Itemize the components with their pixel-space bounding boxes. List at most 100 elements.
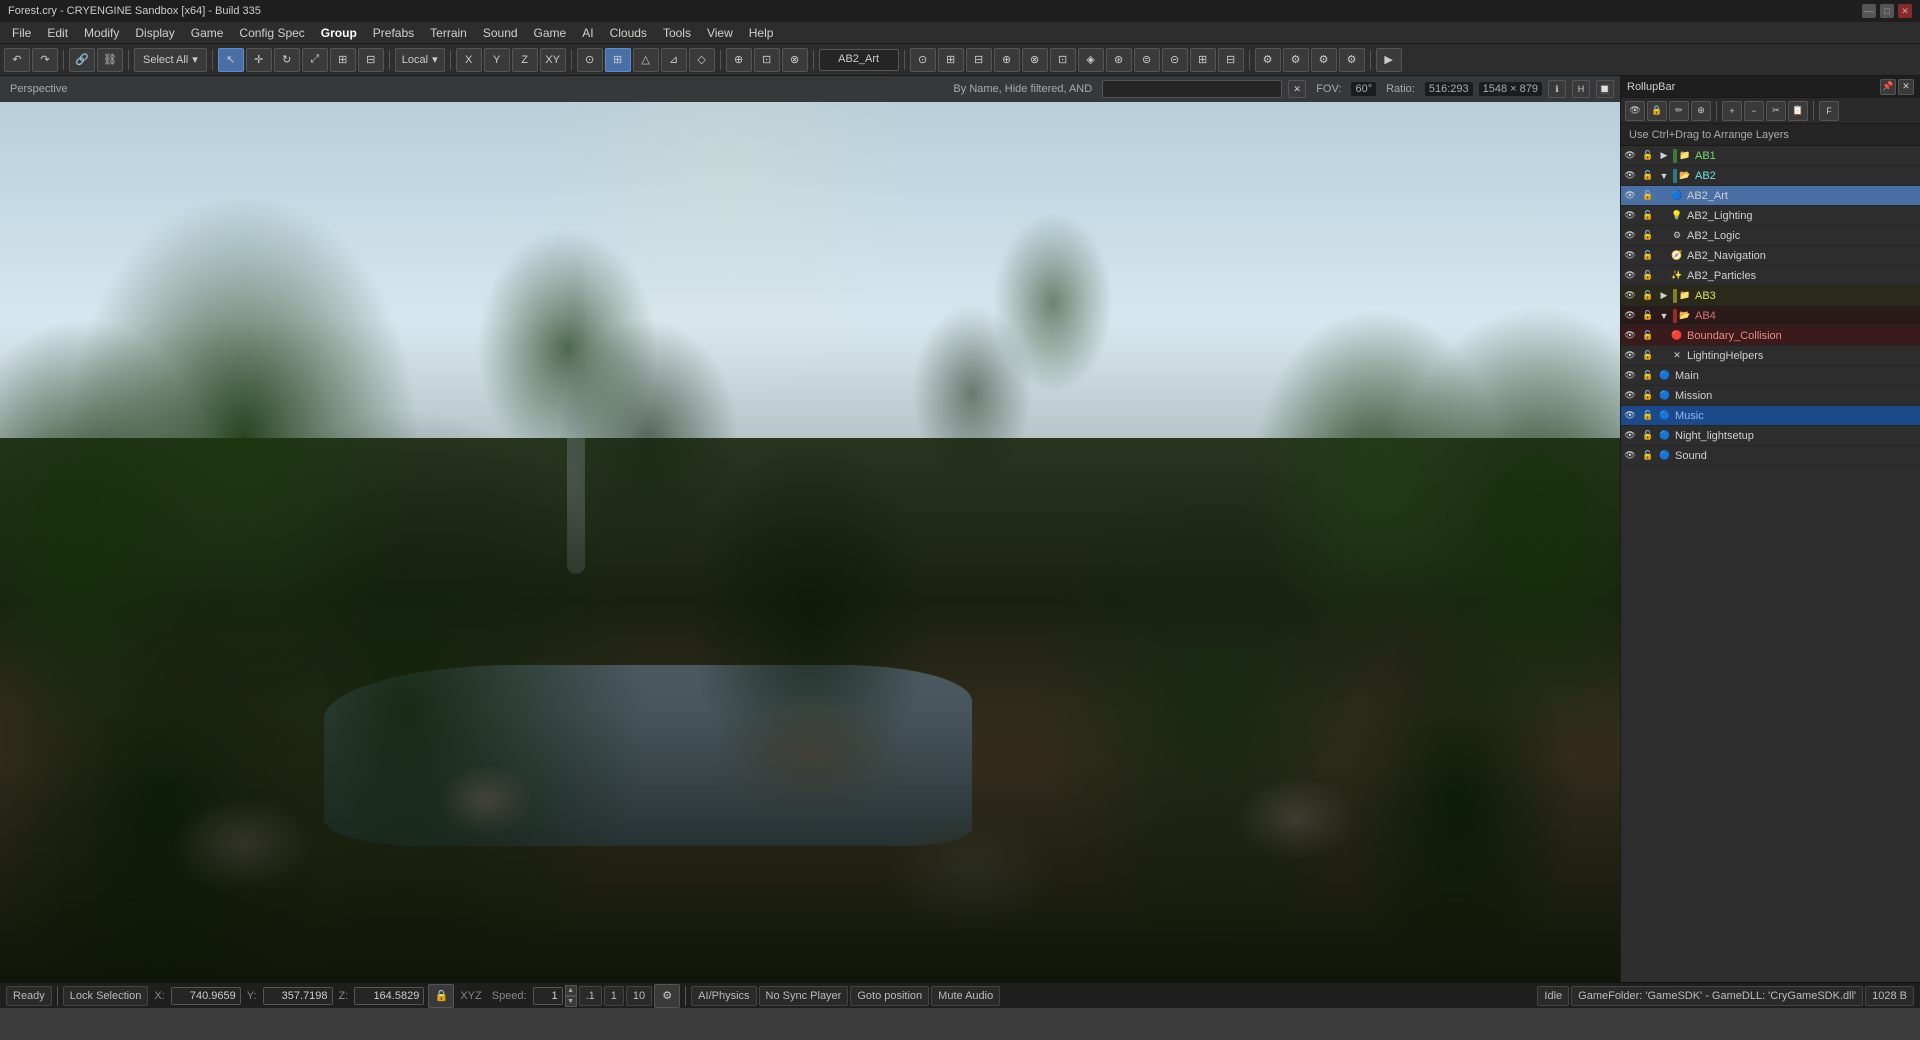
lock-selection-button[interactable]: Lock Selection xyxy=(63,986,149,1006)
layer-eye-ab1[interactable]: 👁 xyxy=(1621,146,1639,166)
scale-tool[interactable]: ⤢ xyxy=(302,48,328,72)
menu-display[interactable]: Display xyxy=(127,24,182,42)
layer-lock-ab2-art[interactable]: 🔓 xyxy=(1639,186,1657,206)
layer-ab2-particles[interactable]: 👁 🔓 ✨ AB2_Particles xyxy=(1621,266,1920,286)
z-input[interactable] xyxy=(354,987,424,1005)
layer-ab2-lighting[interactable]: 👁 🔓 💡 AB2_Lighting xyxy=(1621,206,1920,226)
menu-game2[interactable]: Game xyxy=(526,24,575,42)
layer-lock-ab2-logic[interactable]: 🔓 xyxy=(1639,226,1657,246)
tool5[interactable]: ⊗ xyxy=(1022,48,1048,72)
menu-help[interactable]: Help xyxy=(741,24,782,42)
move-tool[interactable]: ✛ xyxy=(246,48,272,72)
layer-eye-ab2[interactable]: 👁 xyxy=(1621,166,1639,186)
vp-opt1[interactable]: ℹ xyxy=(1548,80,1566,98)
rt-btn7[interactable]: ✂ xyxy=(1766,101,1786,121)
scale3-tool[interactable]: ⊟ xyxy=(358,48,384,72)
tool8[interactable]: ⊛ xyxy=(1106,48,1132,72)
layer-lock-mission[interactable]: 🔓 xyxy=(1639,386,1657,406)
layer-lock-boundary[interactable]: 🔓 xyxy=(1639,326,1657,346)
layer-ab1[interactable]: 👁 🔓 ▶ 📁 AB1 xyxy=(1621,146,1920,166)
layer-ab4[interactable]: 👁 🔓 ▼ 📂 AB4 xyxy=(1621,306,1920,326)
axis-z-btn[interactable]: Z xyxy=(512,48,538,72)
maximize-button[interactable]: □ xyxy=(1880,4,1894,18)
speed-input[interactable] xyxy=(533,987,563,1005)
tool11[interactable]: ⊞ xyxy=(1190,48,1216,72)
layer-boundary[interactable]: 👁 🔓 🔴 Boundary_Collision xyxy=(1621,326,1920,346)
menu-group[interactable]: Group xyxy=(313,24,365,42)
snap-none[interactable]: ⊙ xyxy=(577,48,603,72)
menu-tools[interactable]: Tools xyxy=(655,24,699,42)
settings2[interactable]: ⚙ xyxy=(1283,48,1309,72)
rt-btn3[interactable]: ✏ xyxy=(1669,101,1689,121)
layer-sound[interactable]: 👁 🔓 🔵 Sound xyxy=(1621,446,1920,466)
viewport[interactable]: Perspective By Name, Hide filtered, AND … xyxy=(0,76,1620,982)
tool6[interactable]: ⊡ xyxy=(1050,48,1076,72)
layer-ab2-navigation[interactable]: 👁 🔓 🧭 AB2_Navigation xyxy=(1621,246,1920,266)
close-button[interactable]: ✕ xyxy=(1898,4,1912,18)
vp-opt2[interactable]: H xyxy=(1572,80,1590,98)
layer-expand-ab4[interactable]: ▼ xyxy=(1657,311,1671,321)
snap-angle[interactable]: △ xyxy=(633,48,659,72)
scale2-tool[interactable]: ⊞ xyxy=(330,48,356,72)
layer-ab3[interactable]: 👁 🔓 ▶ 📁 AB3 xyxy=(1621,286,1920,306)
layer-lock-night[interactable]: 🔓 xyxy=(1639,426,1657,446)
menu-modify[interactable]: Modify xyxy=(76,24,127,42)
minimize-button[interactable]: — xyxy=(1862,4,1876,18)
rotate-tool[interactable]: ↻ xyxy=(274,48,300,72)
snap-grid[interactable]: ⊞ xyxy=(605,48,631,72)
rt-btn5[interactable]: + xyxy=(1722,101,1742,121)
tool4[interactable]: ⊕ xyxy=(994,48,1020,72)
select-all-button[interactable]: Select All ▾ xyxy=(134,48,207,72)
layer-eye-music[interactable]: 👁 xyxy=(1621,406,1639,426)
layer-lock-sound[interactable]: 🔓 xyxy=(1639,446,1657,466)
step-down[interactable]: ▼ xyxy=(565,996,577,1007)
layer-eye-ab2-lighting[interactable]: 👁 xyxy=(1621,206,1639,226)
xyz-lock[interactable]: 🔒 xyxy=(428,984,454,1008)
layer-music[interactable]: 👁 🔓 🔵 Music xyxy=(1621,406,1920,426)
rt-btn8[interactable]: 📋 xyxy=(1788,101,1808,121)
select-tool[interactable]: ↖ xyxy=(218,48,244,72)
layer-lock-music[interactable]: 🔓 xyxy=(1639,406,1657,426)
menu-edit[interactable]: Edit xyxy=(39,24,76,42)
transform-tool[interactable]: ⊕ xyxy=(726,48,752,72)
undo-back-button[interactable]: ↶ xyxy=(4,48,30,72)
coord-dropdown[interactable]: Local ▾ xyxy=(395,48,445,72)
layer-lighting-helpers[interactable]: 👁 🔓 ✕ LightingHelpers xyxy=(1621,346,1920,366)
settings1[interactable]: ⚙ xyxy=(1255,48,1281,72)
menu-prefabs[interactable]: Prefabs xyxy=(365,24,422,42)
menu-game[interactable]: Game xyxy=(183,24,232,42)
camera-tool[interactable]: ⊗ xyxy=(782,48,808,72)
rt-btn9[interactable]: F xyxy=(1819,101,1839,121)
layer-eye-mission[interactable]: 👁 xyxy=(1621,386,1639,406)
menu-clouds[interactable]: Clouds xyxy=(602,24,655,42)
menu-view[interactable]: View xyxy=(699,24,741,42)
layer-input[interactable]: AB2_Art xyxy=(819,49,899,71)
snap-scale[interactable]: ⊿ xyxy=(661,48,687,72)
layer-lock-ab1[interactable]: 🔓 xyxy=(1639,146,1657,166)
rt-btn1[interactable]: 👁 xyxy=(1625,101,1645,121)
menu-configspec[interactable]: Config Spec xyxy=(231,24,312,42)
axis-y-btn[interactable]: Y xyxy=(484,48,510,72)
tool7[interactable]: ◈ xyxy=(1078,48,1104,72)
window-controls[interactable]: — □ ✕ xyxy=(1862,4,1912,18)
layer-eye-main[interactable]: 👁 xyxy=(1621,366,1639,386)
layer-lock-ab3[interactable]: 🔓 xyxy=(1639,286,1657,306)
render1[interactable]: ▶ xyxy=(1376,48,1402,72)
step-up[interactable]: ▲ xyxy=(565,985,577,996)
layer-expand-ab1[interactable]: ▶ xyxy=(1657,150,1671,161)
rt-btn6[interactable]: − xyxy=(1744,101,1764,121)
layer-eye-ab2-logic[interactable]: 👁 xyxy=(1621,226,1639,246)
settings4[interactable]: ⚙ xyxy=(1339,48,1365,72)
goto-position-button[interactable]: Goto position xyxy=(850,986,929,1006)
axis-x-btn[interactable]: X xyxy=(456,48,482,72)
link-button[interactable]: 🔗 xyxy=(69,48,95,72)
rollup-pin[interactable]: 📌 xyxy=(1880,79,1896,95)
menu-terrain[interactable]: Terrain xyxy=(422,24,475,42)
layer-eye-ab4[interactable]: 👁 xyxy=(1621,306,1639,326)
axis-xy-btn[interactable]: XY xyxy=(540,48,566,72)
step-settings[interactable]: ⚙ xyxy=(654,984,680,1008)
layer-mission[interactable]: 👁 🔓 🔵 Mission xyxy=(1621,386,1920,406)
layer-eye-ab2-particles[interactable]: 👁 xyxy=(1621,266,1639,286)
layer-lock-ab2[interactable]: 🔓 xyxy=(1639,166,1657,186)
select-region[interactable]: ⊡ xyxy=(754,48,780,72)
